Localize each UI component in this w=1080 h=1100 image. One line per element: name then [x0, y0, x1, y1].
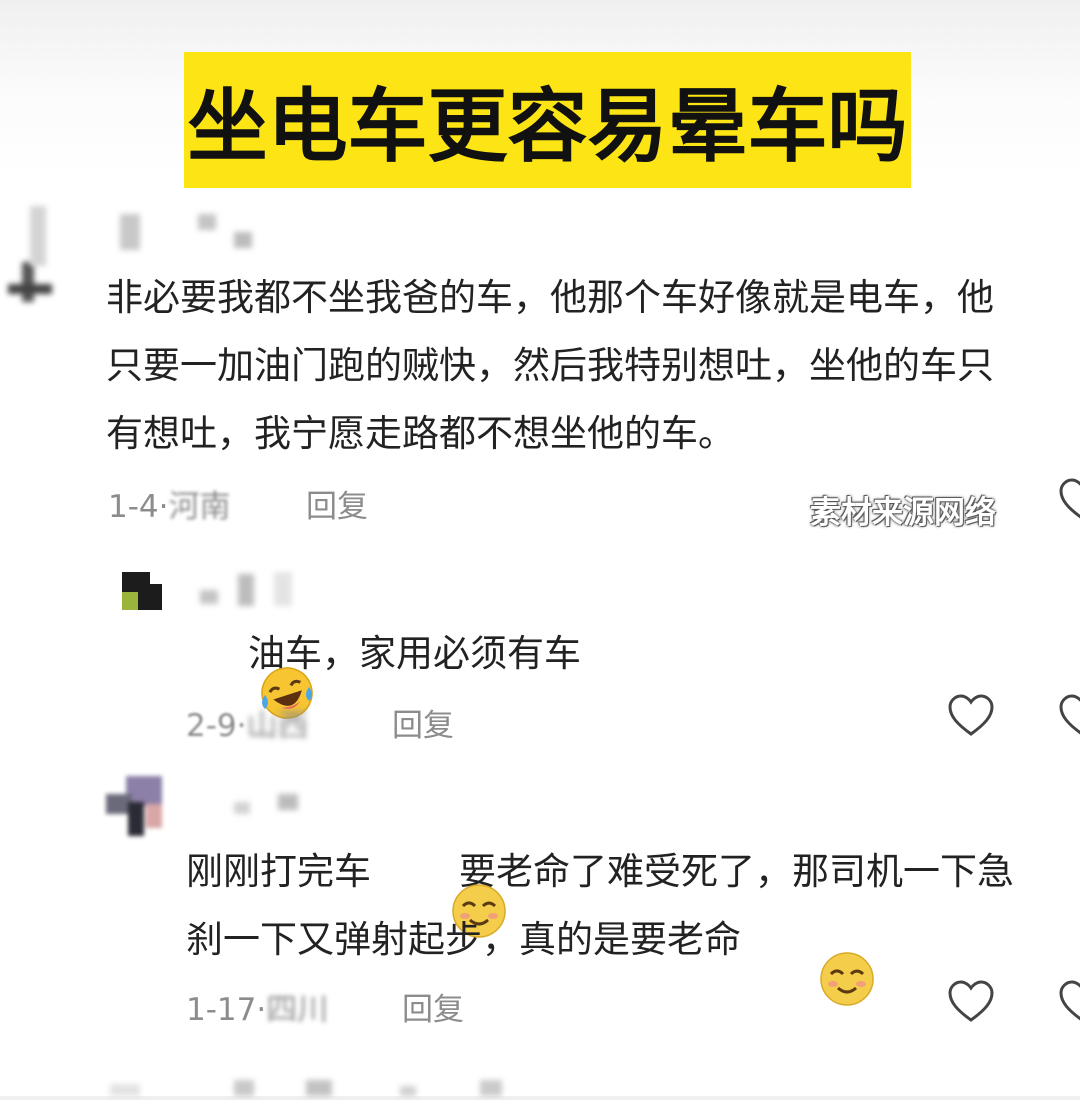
avatar-image [106, 776, 162, 836]
avatar-left-fragment [30, 206, 46, 266]
heart-outline-icon[interactable] [947, 694, 995, 738]
banner-title: 坐电车更容易晕车吗 [187, 80, 908, 173]
avatar[interactable] [6, 262, 54, 308]
smiling-face-emoji [747, 907, 874, 1006]
comment-text-line-3: 有想吐，我宁愿走路都不想坐他的车。 [106, 412, 735, 455]
heart-outline-icon-partial[interactable] [1058, 694, 1080, 738]
laughing-tears-emoji [188, 622, 313, 719]
comment-date: 2-9· [186, 708, 247, 744]
reply-text-row-2: 刹一下又弹射起步，真的是要老命 [186, 904, 874, 1006]
comment-text-line-2: 只要一加油门跑的贼快，然后我特别想吐，坐他的车只 [106, 344, 994, 387]
avatar-image [122, 572, 162, 610]
smiling-face-emoji [379, 839, 506, 938]
comment-text-line-1: 非必要我都不坐我爸的车，他那个车好像就是电车，他 [106, 276, 994, 319]
username[interactable] [198, 570, 298, 608]
heart-outline-icon-partial[interactable] [1058, 980, 1080, 1024]
reply-text-row: 油车，家用必须有车 [188, 620, 581, 719]
heart-outline-icon[interactable] [947, 980, 995, 1024]
avatar[interactable] [106, 776, 164, 836]
comment-meta: 2-9·山西 [186, 700, 309, 745]
comment-meta: 1-17·四川 [186, 984, 328, 1029]
avatar-image [8, 262, 52, 302]
title-banner: 坐电车更容易晕车吗 [184, 52, 911, 188]
comment-location: 山西 [246, 708, 309, 744]
reply-text-row-1: 刚刚打完车 要老命了难受死了，那司机一下急 [186, 836, 1014, 938]
username-redacted [110, 1080, 502, 1096]
watermark: 素材来源网络 [810, 495, 996, 531]
reply-button[interactable]: 回复 [306, 481, 368, 526]
comment-date: 1-4· [108, 489, 169, 525]
comment-date: 1-17· [186, 992, 267, 1028]
username[interactable] [232, 790, 302, 816]
reply-text-line-2: 刹一下又弹射起步，真的是要老命 [186, 918, 741, 961]
username-redacted [120, 214, 252, 250]
reply-button[interactable]: 回复 [392, 700, 454, 745]
reply-text-part-b: 要老命了难受死了，那司机一下急 [459, 850, 1014, 893]
avatar[interactable] [122, 572, 162, 610]
next-comment-username [110, 1076, 510, 1096]
comment-location: 四川 [266, 992, 329, 1028]
reply-text-part-a: 刚刚打完车 [186, 850, 371, 893]
username-redacted [200, 572, 292, 606]
heart-outline-icon[interactable] [1058, 478, 1080, 522]
comment-meta: 1-4·河南 [108, 481, 231, 526]
comment-location: 河南 [168, 489, 231, 525]
username-redacted [234, 794, 298, 814]
username[interactable] [120, 212, 260, 252]
reply-button[interactable]: 回复 [402, 984, 464, 1029]
